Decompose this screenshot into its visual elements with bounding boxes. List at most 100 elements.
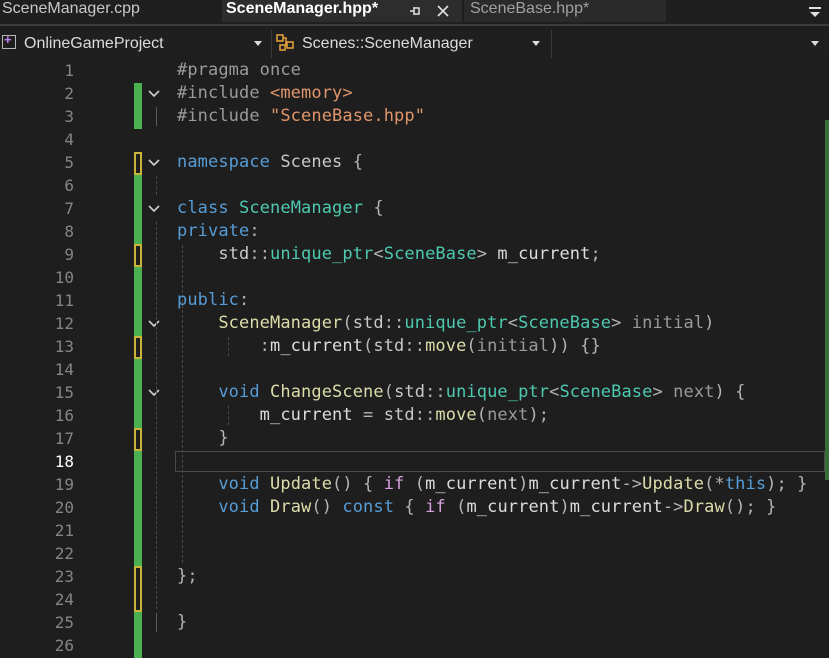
code-token: ChangeScene — [259, 382, 384, 402]
code-token: #include — [177, 83, 271, 103]
scrollbar-change-marker — [825, 120, 829, 480]
tab-label: SceneManager.cpp — [2, 0, 140, 17]
code-line[interactable]: private: — [177, 220, 260, 243]
code-line[interactable]: SceneManager(std::unique_ptr<SceneBase> … — [177, 312, 714, 335]
code-token: void — [177, 382, 260, 402]
indent-guide — [156, 107, 157, 126]
collapse-chevron-icon[interactable] — [148, 159, 160, 169]
change-marker — [134, 359, 142, 428]
current-line-highlight — [175, 451, 825, 472]
code-token: { — [352, 152, 364, 172]
code-token: : — [239, 290, 250, 310]
code-token: SceneBase — [383, 244, 477, 264]
code-token: -> — [662, 497, 684, 517]
code-token: :: — [249, 244, 271, 264]
code-token: ( — [476, 405, 488, 425]
change-marker — [134, 336, 142, 359]
code-token: unique_ptr — [445, 382, 550, 402]
code-line[interactable]: }; — [177, 565, 198, 588]
code-line[interactable]: } — [177, 427, 229, 450]
code-token: : — [249, 221, 260, 241]
line-number: 8 — [64, 222, 74, 241]
code-token: > — [476, 244, 488, 264]
code-token: m_current — [177, 405, 353, 425]
line-number: 12 — [54, 314, 74, 333]
collapse-chevron-icon[interactable] — [148, 90, 160, 100]
line-number: 18 — [54, 452, 74, 471]
code-token: initial — [476, 336, 550, 356]
chevron-down-icon — [254, 41, 262, 46]
code-line[interactable]: :m_current(std::move(initial)) {} — [177, 335, 601, 358]
member-dropdown[interactable] — [552, 30, 829, 58]
change-marker — [134, 83, 142, 129]
code-token: unique_ptr — [404, 313, 508, 333]
code-line[interactable]: void Draw() const { if (m_current)m_curr… — [177, 496, 777, 519]
code-token: Draw — [683, 497, 725, 517]
line-number: 26 — [54, 636, 74, 655]
code-token: ; — [590, 244, 601, 264]
line-number: 20 — [54, 498, 74, 517]
code-line[interactable]: public: — [177, 289, 249, 312]
code-line[interactable]: #pragma once — [177, 59, 301, 82]
code-line[interactable]: void Update() { if (m_current)m_current-… — [177, 473, 808, 496]
project-label: OnlineGameProject — [24, 35, 164, 52]
code-token: () — [311, 497, 343, 517]
collapse-chevron-icon[interactable] — [148, 205, 160, 215]
code-token: m_current — [528, 474, 622, 494]
project-dropdown[interactable]: OnlineGameProject — [0, 30, 272, 58]
code-line[interactable]: #include <memory> — [177, 82, 353, 105]
code-token: ( — [445, 497, 467, 517]
change-marker — [134, 244, 142, 267]
code-token: ( — [342, 313, 353, 333]
code-line[interactable]: #include "SceneBase.hpp" — [177, 105, 425, 128]
code-token: unique_ptr — [270, 244, 374, 264]
code-token: next — [662, 382, 715, 402]
change-marker — [134, 267, 142, 336]
document-tab-strip: SceneManager.cpp SceneManager.hpp* Scene… — [0, 0, 829, 26]
tab-scenemanager-hpp[interactable]: SceneManager.hpp* — [222, 0, 462, 22]
code-token: ( — [383, 382, 395, 402]
code-token: class — [177, 198, 229, 218]
code-line[interactable]: m_current = std::move(next); — [177, 404, 549, 427]
code-token: Scenes — [270, 152, 353, 172]
code-token: )) {} — [549, 336, 601, 356]
line-number: 24 — [54, 590, 74, 609]
code-line[interactable]: namespace Scenes { — [177, 151, 363, 174]
code-token: <memory> — [270, 83, 353, 103]
line-number: 4 — [64, 130, 74, 149]
code-line[interactable]: std::unique_ptr<SceneBase> m_current; — [177, 243, 601, 266]
code-editor[interactable]: 1 2 3 4 5 6 7 8 9 10 11 12 13 14 15 16 17 18 19 20 21 22 23 24 2… — [0, 59, 829, 658]
code-token: std — [394, 382, 426, 402]
tab-overflow-icon[interactable] — [807, 0, 823, 20]
chevron-down-icon — [532, 41, 540, 46]
close-icon[interactable] — [436, 0, 450, 23]
code-token: ) — [704, 313, 715, 333]
code-token: -> — [621, 474, 643, 494]
code-token: < — [373, 244, 384, 264]
scope-dropdown[interactable]: Scenes::SceneManager — [272, 30, 552, 58]
line-number: 1 — [64, 61, 74, 80]
line-number: 25 — [54, 613, 74, 632]
code-token: ) — [518, 474, 529, 494]
code-line[interactable]: } — [177, 611, 187, 634]
code-token: :: — [425, 382, 446, 402]
code-token: namespace — [177, 152, 271, 172]
code-token: :: — [383, 313, 405, 333]
code-token: > — [611, 313, 622, 333]
code-token: m_current — [270, 336, 364, 356]
project-icon — [2, 32, 16, 49]
code-token: next — [487, 405, 529, 425]
code-line[interactable]: class SceneManager { — [177, 197, 384, 220]
code-line[interactable]: void ChangeScene(std::unique_ptr<SceneBa… — [177, 381, 746, 404]
code-token: m_current — [425, 474, 519, 494]
tab-scenemanager-cpp[interactable]: SceneManager.cpp — [0, 0, 216, 22]
tab-scenebase-hpp[interactable]: SceneBase.hpp* — [464, 0, 666, 22]
pin-icon[interactable] — [408, 0, 422, 23]
class-icon — [276, 34, 294, 51]
line-number: 15 — [54, 383, 74, 402]
code-token: void — [177, 474, 260, 494]
code-token: ); — [528, 405, 550, 425]
change-marker — [134, 612, 142, 658]
code-token: = — [352, 405, 384, 425]
code-token: Draw — [259, 497, 312, 517]
